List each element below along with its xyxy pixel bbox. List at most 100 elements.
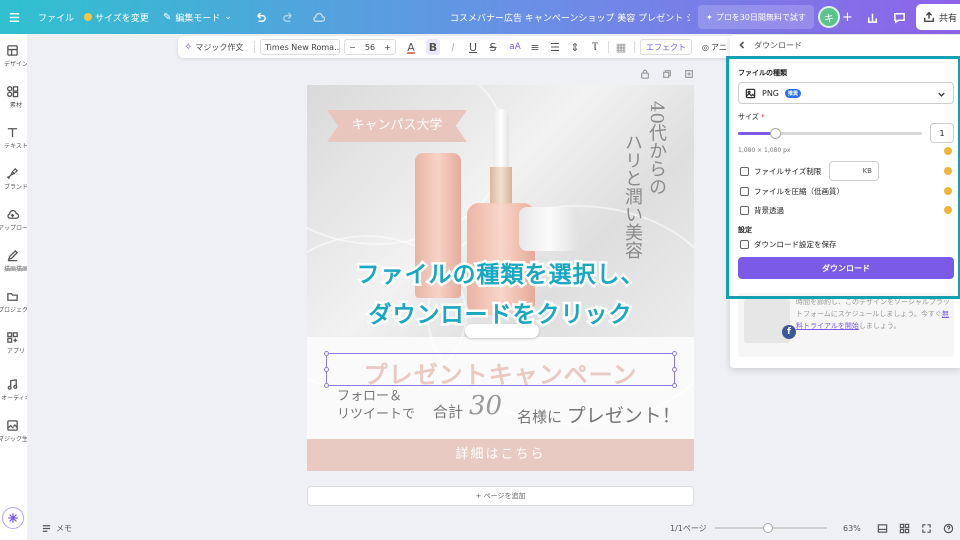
font-family-dropdown[interactable]: Times New Roma... [260,39,340,55]
share-button[interactable]: 共有 [916,4,960,30]
edit-mode-dropdown[interactable]: ✎ 編集モード ⌄ [163,0,232,34]
avatar[interactable]: キ [818,6,840,28]
music-icon [7,379,18,390]
redo-icon[interactable] [282,0,295,34]
promo-text: 時間を節約し、このデザインをソーシャルプラットフォームにスケジュールしましょう。… [796,298,950,330]
analytics-icon[interactable] [866,0,879,34]
divider [608,41,609,53]
animate-icon: ◎ [702,42,709,52]
file-menu[interactable]: ファイル [38,0,74,34]
align-center-icon[interactable]: ≡ [528,36,542,58]
crown-icon [84,13,92,21]
vertical-headline-2: ハリと潤い美容 [622,133,643,259]
sidebar-item-apps[interactable]: アプリ [0,331,27,355]
sparkle-icon: ✦ [706,12,713,22]
pro-trial-button[interactable]: ✦ プロを30日間無料で試す [698,5,814,29]
letter-case-icon[interactable]: aA [506,36,524,58]
resize-handle[interactable] [672,351,677,356]
chevron-down-icon: ⌄ [224,12,232,22]
help-icon[interactable] [943,516,954,540]
cloud-upload-icon [7,209,19,219]
page-view-icon[interactable] [877,516,888,540]
panel-title: ダウンロード [754,40,802,50]
resize-handle[interactable] [324,367,329,372]
sparkle-icon [8,513,18,523]
design-canvas[interactable]: キャンパス大学 40代からの ハリと潤い美容 プレゼントキャンペーン フォロー＆… [307,85,694,471]
sidebar-item-magic-media[interactable]: マジック生成 [0,419,27,443]
sidebar-item-text[interactable]: テキスト [0,126,27,150]
list-icon[interactable]: ☰ [548,36,562,58]
grid-view-icon[interactable] [899,516,910,540]
italic-icon[interactable]: I [446,36,460,58]
sidebar-item-audio[interactable]: オーディオ [0,378,27,402]
bold-icon[interactable]: B [426,39,440,55]
ribbon-tag-text: キャンパス大学 [351,118,443,133]
duplicate-icon[interactable] [662,69,672,79]
total-label: 合計 [433,403,464,421]
transparency-icon[interactable]: ▦ [614,36,628,58]
notes-button[interactable]: メモ [41,516,72,540]
divider [634,41,635,53]
page-actions [640,69,696,81]
increase-size-button[interactable]: + [384,43,391,52]
page-counter[interactable]: 1/1ページ [670,516,707,540]
folder-icon [7,293,18,301]
document-title[interactable]: コスメバナー広告 キャンペーンショップ 美容 プレゼント シン... [450,0,690,34]
resize-handle[interactable] [324,383,329,388]
instruction-line-1: ファイルの種類を選択し、 [354,260,646,291]
sidebar-item-upload[interactable]: アップロード [0,208,27,232]
instruction-line-2: ダウンロードをクリック [366,300,634,331]
font-size-stepper[interactable]: − 56 + [344,39,396,55]
text-icon [7,128,18,138]
lock-icon[interactable] [640,69,650,79]
apps-icon [7,332,18,343]
sidebar-item-projects[interactable]: プロジェクト [0,290,27,314]
zoom-level[interactable]: 63% [843,516,861,540]
sidebar-item-design[interactable]: デザイン [0,44,27,68]
hamburger-icon[interactable] [8,0,21,34]
sidebar-item-elements[interactable]: 素材 [0,85,27,109]
add-member-icon[interactable]: + [842,0,853,34]
left-sidebar: デザイン 素材 テキスト ブランド アップロード 描画描画 プロジェクト アプリ… [0,34,27,540]
strikethrough-icon[interactable]: S [486,36,500,58]
sidebar-item-brand[interactable]: ブランド [0,167,27,191]
text-color-icon[interactable]: A [404,36,418,58]
zoom-slider-thumb[interactable] [763,523,773,533]
resize-handle[interactable] [672,383,677,388]
comment-icon[interactable] [893,0,906,34]
brand-icon [6,167,19,180]
animate-button[interactable]: ◎ アニ [702,36,727,58]
winner-count: 30 [469,391,503,421]
back-arrow-icon[interactable] [738,41,746,49]
shapes-icon [7,86,19,98]
divider [254,41,255,53]
dropper-neck [490,167,512,205]
vertical-text-icon[interactable]: Ⲧ [588,36,602,58]
magic-assistant-button[interactable] [2,507,24,529]
font-size-value[interactable]: 56 [365,43,375,52]
effects-button[interactable]: エフェクト [640,39,692,55]
magic-write-button[interactable]: ✧ マジック作文 [184,36,243,58]
share-icon [924,11,934,22]
spacing-icon[interactable]: ⇕ [568,36,582,58]
resize-button[interactable]: サイズを変更 [84,0,149,34]
undo-icon[interactable] [254,0,267,34]
selection-box[interactable] [324,351,677,388]
pencil-icon: ✎ [163,11,172,23]
decrease-size-button[interactable]: − [349,43,356,52]
resize-handle[interactable] [324,351,329,356]
magic-wand-icon: ✧ [184,41,193,53]
cloud-save-icon[interactable] [312,0,325,34]
fullscreen-icon[interactable] [921,516,932,540]
sidebar-item-draw[interactable]: 描画描画 [0,249,27,273]
footer-bar: メモ 1/1ページ 63% [27,516,960,540]
prize-text: 名様に プレゼント！ [517,405,681,427]
top-bar: ファイル サイズを変更 ✎ 編集モード ⌄ コスメバナー広告 キャンペーンショッ… [0,0,960,34]
dropper-cap [493,109,509,169]
notes-icon [42,524,51,532]
follow-text: フォロー＆ リツイートで [337,389,416,422]
resize-handle[interactable] [672,367,677,372]
add-page-button[interactable]: + ページを追加 [307,486,694,506]
underline-icon[interactable]: U [466,36,480,58]
add-page-icon[interactable] [684,69,694,79]
